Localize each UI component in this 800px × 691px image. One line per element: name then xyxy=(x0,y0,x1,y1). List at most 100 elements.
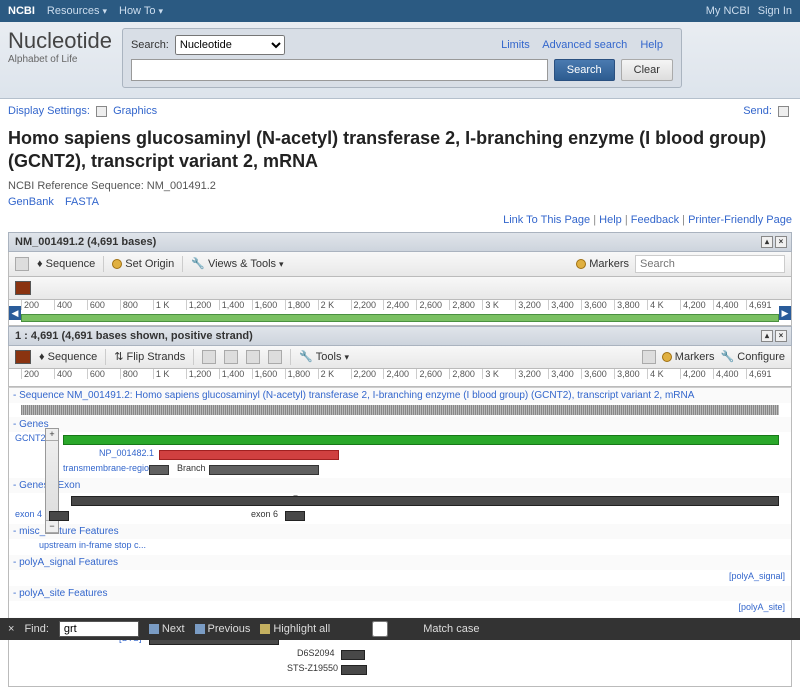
overview-ruler[interactable]: ◀ ▶ 2004006008001 K1,2001,4001,6001,8002… xyxy=(8,300,792,326)
pin-icon xyxy=(112,259,122,269)
overview-region[interactable] xyxy=(21,314,779,322)
overview-toolbar: ♦ Sequence Set Origin 🔧 Views & Tools Ma… xyxy=(8,252,792,277)
d6s-feature[interactable] xyxy=(341,650,365,660)
search-button[interactable]: Search xyxy=(554,59,615,81)
polya-site-label[interactable]: - polyA_site Features xyxy=(9,586,791,601)
exon-track-label[interactable]: - Genes - Exon xyxy=(9,478,791,493)
signin-link[interactable]: Sign In xyxy=(758,5,792,17)
track-search[interactable] xyxy=(635,255,785,273)
match-case-checkbox[interactable] xyxy=(340,621,420,637)
configure-btn[interactable]: 🔧 Configure xyxy=(721,350,785,363)
cds-feature[interactable] xyxy=(159,450,339,460)
color-swatch[interactable] xyxy=(15,350,31,364)
close-icon[interactable]: × xyxy=(775,330,787,342)
scroll-right-icon[interactable]: ▶ xyxy=(779,306,791,320)
sequence-bar xyxy=(21,405,779,415)
gcnt2-feature[interactable] xyxy=(63,435,779,445)
find-next[interactable]: Next xyxy=(149,623,185,635)
db-subtitle: Alphabet of Life xyxy=(8,54,112,65)
search-box: Search: Nucleotide Limits Advanced searc… xyxy=(122,28,682,88)
collapse-icon[interactable]: ▴ xyxy=(761,330,773,342)
download-icon[interactable] xyxy=(642,350,656,364)
tools-menu[interactable]: 🔧 Tools xyxy=(299,350,349,363)
markers-btn2[interactable]: Markers xyxy=(662,351,715,363)
track-viewer: - Sequence NM_001491.2: Homo sapiens glu… xyxy=(8,387,792,687)
page-tool-links: Link To This Page | Help | Feedback | Pr… xyxy=(8,214,792,226)
db-title: Nucleotide xyxy=(8,28,112,54)
overview-panel-head: NM_001491.2 (4,691 bases) ▴× xyxy=(8,232,792,252)
zoom-seq-icon[interactable] xyxy=(268,350,282,364)
setorigin-btn[interactable]: Set Origin xyxy=(112,258,174,270)
search-label: Search: xyxy=(131,39,169,51)
fasta-link[interactable]: FASTA xyxy=(65,196,99,208)
permalink[interactable]: Link To This Page xyxy=(503,214,590,226)
display-settings[interactable]: Display Settings: Graphics xyxy=(8,105,157,117)
highlight-all[interactable]: Highlight all xyxy=(260,623,330,635)
scroll-left-icon[interactable]: ◀ xyxy=(9,306,21,320)
clear-button[interactable]: Clear xyxy=(621,59,673,81)
exon4-label[interactable]: exon 4 xyxy=(15,509,42,519)
polya-signal-feat[interactable]: [polyA_signal] xyxy=(729,571,785,581)
stsz-feature[interactable] xyxy=(341,665,367,675)
flip-btn[interactable]: ⇅ Flip Strands xyxy=(114,350,185,363)
accession-line: NCBI Reference Sequence: NM_001491.2 xyxy=(8,180,792,192)
display-row: Display Settings: Graphics Send: xyxy=(0,99,800,123)
gcnt2-label[interactable]: GCNT2 xyxy=(15,433,46,443)
detail-toolbar: ♦ Sequence ⇅ Flip Strands 🔧 Tools Marker… xyxy=(8,346,792,369)
find-bar: × Find: Next Previous Highlight all Matc… xyxy=(0,618,800,640)
collapse-icon[interactable]: ▴ xyxy=(761,236,773,248)
find-input[interactable] xyxy=(59,621,139,637)
sequence-btn[interactable]: ♦ Sequence xyxy=(37,258,95,270)
close-icon[interactable]: × xyxy=(775,236,787,248)
record-title: Homo sapiens glucosaminyl (N-acetyl) tra… xyxy=(8,127,792,174)
markers-btn[interactable]: Markers xyxy=(576,258,629,270)
page-header: Nucleotide Alphabet of Life Search: Nucl… xyxy=(0,22,800,99)
help-link[interactable]: Help xyxy=(640,39,663,51)
highlight-icon xyxy=(260,624,270,634)
zoom-fit-icon[interactable] xyxy=(246,350,260,364)
detail-panel-head: 1 : 4,691 (4,691 bases shown, positive s… xyxy=(8,326,792,346)
tm-feature[interactable] xyxy=(149,465,169,475)
match-case[interactable]: Match case xyxy=(340,621,479,637)
myncbi-link[interactable]: My NCBI xyxy=(706,5,750,17)
zoom-in-icon[interactable] xyxy=(202,350,216,364)
gene-row: GCNT2 xyxy=(9,433,791,447)
pin-icon xyxy=(576,259,586,269)
protein-label[interactable]: NP_001482.1 xyxy=(99,448,154,458)
chevron-down-icon xyxy=(778,106,789,117)
advanced-link[interactable]: Advanced search xyxy=(542,39,627,51)
exon6-feature[interactable] xyxy=(285,511,305,521)
next-icon xyxy=(149,624,159,634)
feedback-link[interactable]: Feedback xyxy=(631,214,679,226)
exon4-feature[interactable] xyxy=(49,511,69,521)
resources-menu[interactable]: Resources xyxy=(47,5,107,17)
menu-icon[interactable] xyxy=(15,257,29,271)
genes-track-label[interactable]: - Genes xyxy=(9,417,791,432)
misc-track-label[interactable]: - misc_feature Features xyxy=(9,524,791,539)
sequence-btn2[interactable]: ♦ Sequence xyxy=(39,351,97,363)
ncbi-logo[interactable]: NCBI xyxy=(8,5,35,17)
find-prev[interactable]: Previous xyxy=(195,623,251,635)
close-findbar-icon[interactable]: × xyxy=(8,623,14,635)
seq-track-label[interactable]: - Sequence NM_001491.2: Homo sapiens glu… xyxy=(9,388,791,403)
polya-signal-label[interactable]: - polyA_signal Features xyxy=(9,555,791,570)
upstream-label[interactable]: upstream in-frame stop c... xyxy=(39,540,146,550)
db-select[interactable]: Nucleotide xyxy=(175,35,285,55)
detail-ruler[interactable]: 2004006008001 K1,2001,4001,6001,8002 K2,… xyxy=(8,369,792,387)
find-label: Find: xyxy=(24,623,48,635)
limits-link[interactable]: Limits xyxy=(501,39,530,51)
tm-label[interactable]: transmembrane-region xyxy=(63,463,154,473)
zoom-out-icon[interactable] xyxy=(224,350,238,364)
color-swatch[interactable] xyxy=(15,281,31,295)
genbank-link[interactable]: GenBank xyxy=(8,196,54,208)
search-input[interactable] xyxy=(131,59,548,81)
send-menu[interactable]: Send: xyxy=(743,105,792,117)
views-menu[interactable]: 🔧 Views & Tools xyxy=(191,257,283,270)
howto-menu[interactable]: How To xyxy=(119,5,163,17)
branch-feature[interactable] xyxy=(209,465,319,475)
print-link[interactable]: Printer-Friendly Page xyxy=(688,214,792,226)
help-link2[interactable]: Help xyxy=(599,214,622,226)
polya-site-feat[interactable]: [polyA_site] xyxy=(738,602,785,612)
stsz-label: STS-Z19550 xyxy=(287,663,338,673)
exon7-feature[interactable] xyxy=(71,496,779,506)
